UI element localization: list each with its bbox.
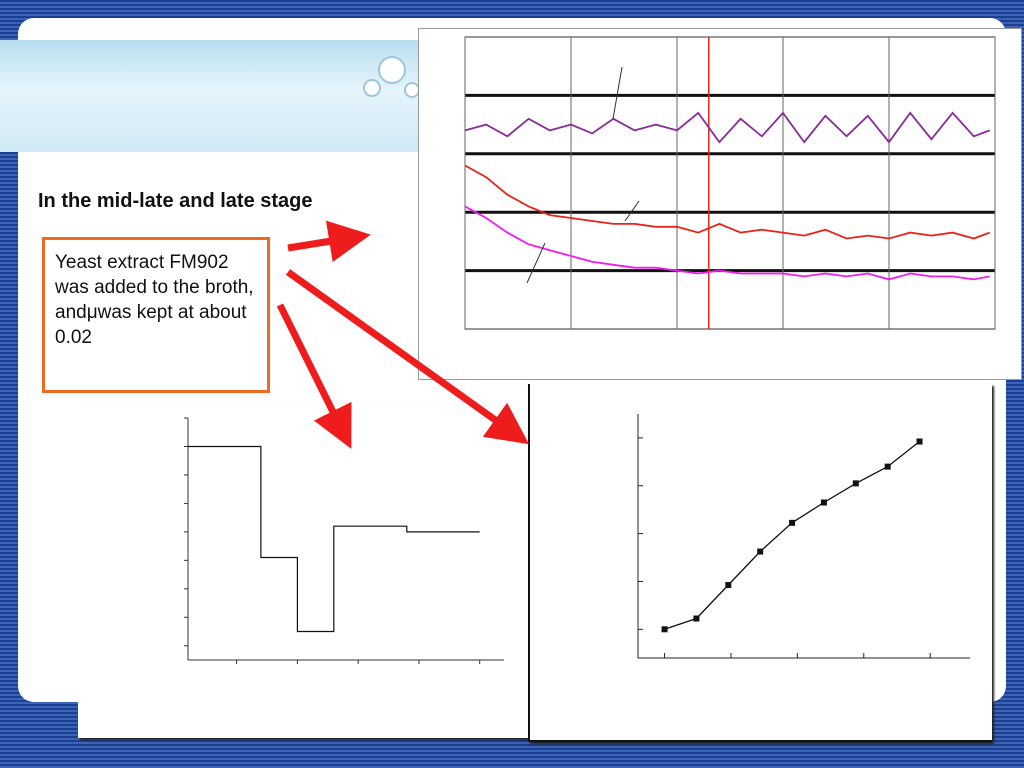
arrow-to-growth-chart [276,303,352,449]
arrow-to-trend-chart [287,220,371,263]
arrow-to-lincomycin-chart [285,269,530,445]
arrows-overlay [276,220,530,449]
